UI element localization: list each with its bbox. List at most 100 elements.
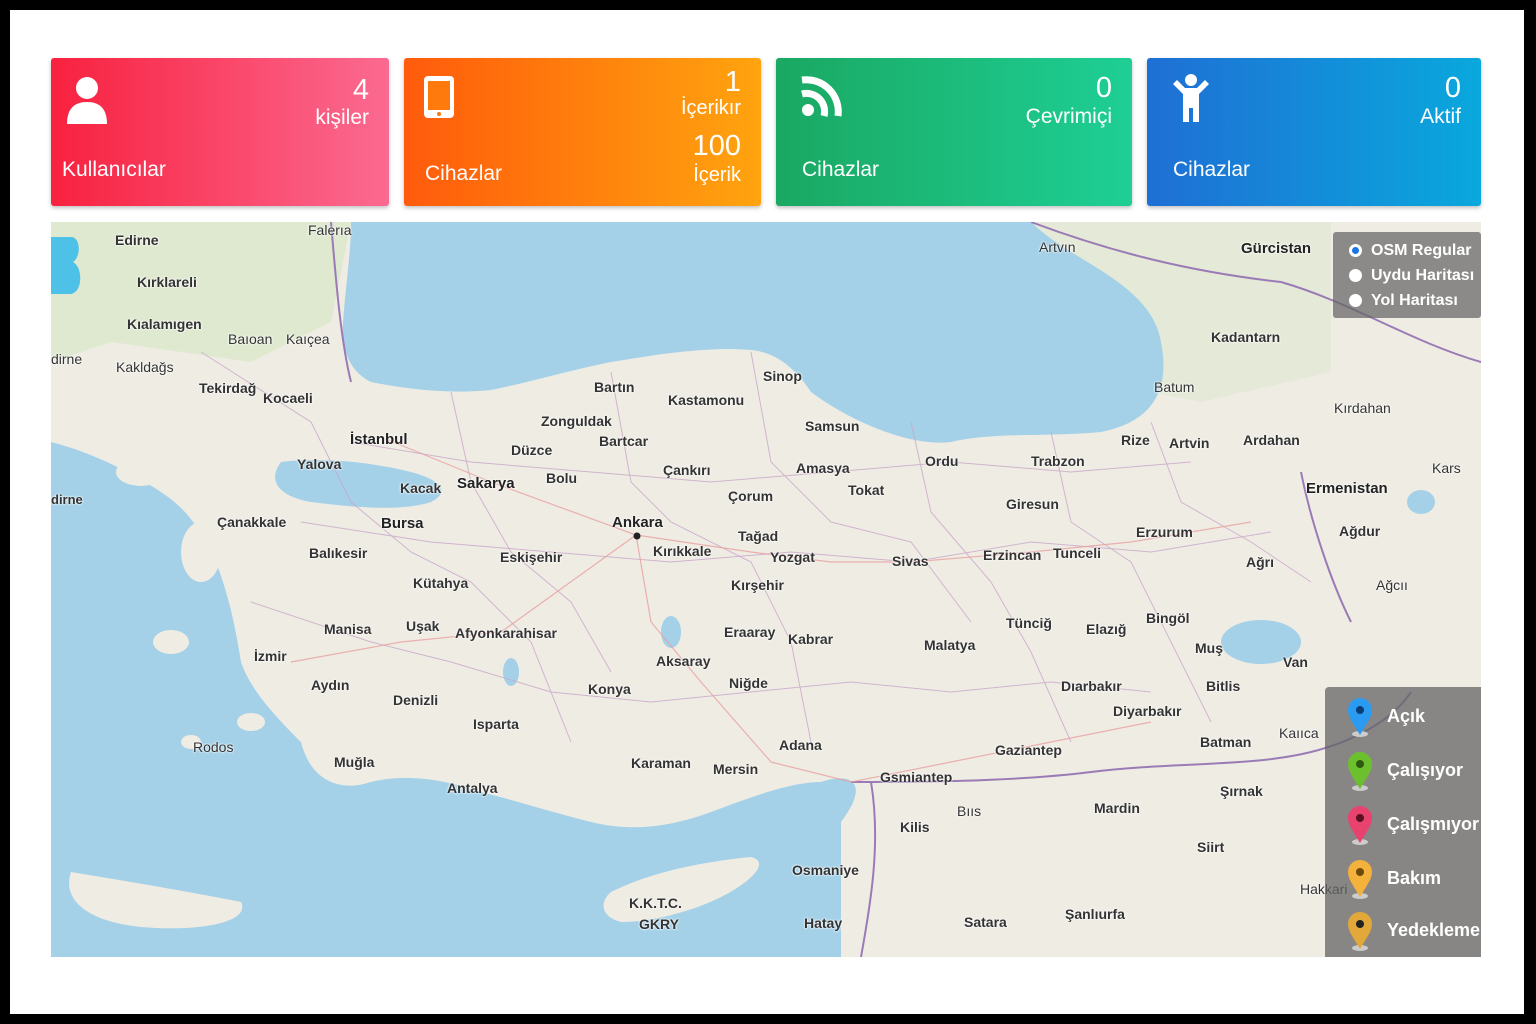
place-label: Çankırı bbox=[663, 462, 711, 478]
place-label: Bartın bbox=[594, 379, 635, 395]
radio-icon[interactable] bbox=[1349, 294, 1362, 307]
place-label: Manisa bbox=[324, 621, 372, 637]
place-label: Ağrı bbox=[1246, 554, 1274, 570]
place-label: Bitlis bbox=[1206, 678, 1241, 694]
place-label: Ermenistan bbox=[1306, 480, 1388, 497]
content-sub-2: İçerik bbox=[693, 164, 741, 186]
place-label: Kabrar bbox=[788, 631, 834, 647]
tablet-icon bbox=[424, 76, 454, 118]
place-label: Ağdur bbox=[1339, 523, 1381, 539]
layer-label: Yol Haritası bbox=[1371, 291, 1458, 309]
place-label: Sivas bbox=[892, 553, 929, 569]
radio-selected-icon[interactable] bbox=[1349, 244, 1362, 257]
layer-option-road[interactable]: Yol Haritası bbox=[1333, 288, 1481, 313]
place-label: Trabzon bbox=[1031, 453, 1085, 469]
place-label: Kaıçea bbox=[286, 331, 330, 347]
place-label: Van bbox=[1283, 654, 1308, 670]
devices-online-card[interactable]: 0 Çevrimiçi Cihazlar bbox=[776, 58, 1132, 206]
map-pin-icon bbox=[1348, 698, 1372, 737]
place-label: Aksaray bbox=[656, 653, 711, 669]
place-label: GKRY bbox=[639, 916, 679, 932]
place-label: Gürcistan bbox=[1241, 240, 1312, 257]
place-label: İzmir bbox=[254, 648, 287, 664]
place-label: Bııs bbox=[957, 803, 982, 819]
devices-title-3: Cihazlar bbox=[802, 158, 880, 181]
place-label: Ardahan bbox=[1243, 432, 1300, 448]
place-label: Bolu bbox=[546, 470, 578, 486]
layer-option-osm[interactable]: OSM Regular bbox=[1333, 238, 1481, 263]
place-label: Giresun bbox=[1006, 496, 1059, 512]
status-legend: Açık Çalışıyor Çalışmıyor Bakım Yedeklem… bbox=[1325, 687, 1481, 957]
legend-label: Çalışıyor bbox=[1387, 759, 1464, 780]
place-label: Batman bbox=[1200, 734, 1252, 750]
place-label: Tokat bbox=[848, 482, 885, 498]
devices-active-card[interactable]: 0 Aktif Cihazlar bbox=[1147, 58, 1481, 206]
rss-icon bbox=[801, 76, 842, 117]
place-label: Samsun bbox=[805, 418, 860, 434]
radio-icon[interactable] bbox=[1349, 269, 1362, 282]
device-map[interactable]: Edirne Kırklareli Kıalamıgen Tekirdağ Ko… bbox=[51, 222, 1481, 957]
place-label: Artvın bbox=[1039, 239, 1076, 255]
content-sub: İçerikır bbox=[681, 97, 741, 119]
content-count-2: 100 bbox=[692, 130, 741, 162]
legend-label: Bakım bbox=[1387, 867, 1442, 888]
place-label: Batum bbox=[1154, 379, 1195, 395]
devices-title-2: Cihazlar bbox=[425, 162, 503, 185]
place-label: Dıarbakır bbox=[1061, 678, 1122, 694]
place-label: Gaziantep bbox=[995, 742, 1062, 758]
active-count: 0 bbox=[1444, 72, 1461, 104]
place-label: Osmaniye bbox=[792, 862, 859, 878]
users-card[interactable]: 4 kişiler Kullanıcılar bbox=[51, 58, 389, 206]
place-label: Kıalamıgen bbox=[127, 316, 202, 332]
legend-item-maintenance: Bakım bbox=[1345, 857, 1441, 899]
devices-title-4: Cihazlar bbox=[1173, 158, 1251, 181]
place-label: İstanbul bbox=[350, 431, 408, 448]
devices-content-card[interactable]: 1 İçerikır 100 İçerik Cihazlar bbox=[404, 58, 761, 206]
place-label: Isparta bbox=[473, 716, 519, 732]
place-label: Adana bbox=[779, 737, 822, 753]
place-label: Mersin bbox=[713, 761, 759, 777]
legend-item-open: Açık bbox=[1345, 695, 1425, 737]
place-label: Eraaray bbox=[724, 624, 776, 640]
place-label: Ankara bbox=[612, 514, 663, 531]
layer-label: OSM Regular bbox=[1371, 241, 1472, 259]
place-label: Afyonkarahisar bbox=[455, 625, 557, 641]
place-label: Erzincan bbox=[983, 547, 1042, 563]
place-label: Artvin bbox=[1169, 435, 1210, 451]
place-label: Kilis bbox=[900, 819, 930, 835]
place-label: Kastamonu bbox=[668, 392, 745, 408]
place-label: Muş bbox=[1195, 640, 1223, 656]
place-label: Eskişehir bbox=[500, 549, 563, 565]
place-label: Kadantarn bbox=[1211, 329, 1281, 345]
place-label: Ağcıı bbox=[1376, 577, 1408, 593]
place-label: Erzurum bbox=[1136, 524, 1193, 540]
place-label: Kütahya bbox=[413, 575, 469, 591]
layer-option-satellite[interactable]: Uydu Haritası bbox=[1333, 263, 1481, 288]
place-label: Şırnak bbox=[1220, 783, 1263, 799]
place-label: Niğde bbox=[729, 675, 768, 691]
place-label: Hatay bbox=[804, 915, 843, 931]
place-label: Elazığ bbox=[1086, 621, 1127, 637]
users-title: Kullanıcılar bbox=[62, 158, 166, 181]
dashboard: 4 kişiler Kullanıcılar 1 İçerikır 100 İç… bbox=[10, 10, 1524, 1014]
place-label: Şanlıurfa bbox=[1065, 906, 1125, 922]
content-count: 1 bbox=[724, 66, 741, 98]
place-label: Zonguldak bbox=[541, 413, 612, 429]
place-label: Amasya bbox=[796, 460, 850, 476]
user-icon bbox=[67, 77, 107, 124]
place-label: Edirne bbox=[115, 232, 159, 248]
place-label: Tekirdağ bbox=[199, 380, 257, 396]
map-pin-icon bbox=[1348, 912, 1372, 951]
place-label: Sakarya bbox=[457, 475, 515, 492]
place-label: Kırdahan bbox=[1334, 400, 1391, 416]
place-label: Kars bbox=[1432, 460, 1461, 476]
place-label: Muğla bbox=[334, 754, 375, 770]
place-label: Ordu bbox=[925, 453, 959, 469]
place-label: Diyarbakır bbox=[1113, 703, 1182, 719]
place-label: K.K.T.C. bbox=[629, 895, 682, 911]
legend-item-backup: Yedekleme bbox=[1345, 909, 1480, 951]
online-count: 0 bbox=[1095, 72, 1112, 104]
map-pin-icon bbox=[1348, 752, 1372, 791]
active-sub: Aktif bbox=[1420, 105, 1461, 128]
legend-label: Çalışmıyor bbox=[1387, 813, 1480, 834]
